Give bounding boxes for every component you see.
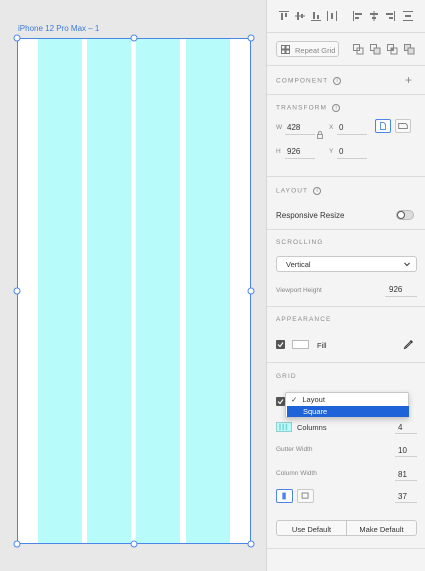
linked-margins-icon[interactable] — [276, 489, 293, 503]
y-label: Y — [329, 148, 334, 155]
separate-margins-icon[interactable] — [297, 489, 314, 503]
gutter-width-field[interactable]: 10 — [398, 446, 407, 455]
align-top-icon[interactable] — [278, 10, 290, 22]
portrait-orientation-icon[interactable] — [375, 119, 391, 133]
eyedropper-icon[interactable] — [403, 339, 414, 350]
grid-type-dropdown[interactable]: ✓ Layout Square — [285, 392, 409, 418]
repeat-grid-icon — [281, 45, 290, 54]
resize-handle-bottom-left[interactable] — [13, 540, 21, 548]
resize-handle-top-left[interactable] — [13, 34, 21, 42]
height-label: H — [276, 148, 281, 155]
lock-aspect-icon[interactable] — [317, 131, 323, 139]
columns-field[interactable]: 4 — [398, 423, 402, 432]
scrolling-section-title: SCROLLING — [276, 239, 324, 246]
use-default-label: Use Default — [291, 525, 332, 534]
responsive-resize-label: Responsive Resize — [276, 211, 345, 220]
resize-handle-right[interactable] — [247, 287, 255, 295]
margin-field[interactable]: 37 — [398, 492, 407, 501]
align-left-icon[interactable] — [352, 10, 364, 22]
repeat-grid-button[interactable]: Repeat Grid — [276, 41, 339, 57]
distribute-vertical-icon[interactable] — [402, 10, 414, 22]
repeat-grid-label: Repeat Grid — [295, 46, 336, 55]
toggle-knob — [397, 211, 405, 219]
divider — [267, 548, 425, 549]
grid-type-option-layout[interactable]: ✓ Layout — [287, 394, 409, 405]
resize-handle-left[interactable] — [13, 287, 21, 295]
gutter-width-label: Gutter Width — [276, 446, 313, 453]
grid-column — [38, 39, 82, 543]
divider — [267, 362, 425, 363]
resize-handle-top-right[interactable] — [247, 34, 255, 42]
align-middle-icon[interactable] — [294, 10, 306, 22]
component-section-title: COMPONENT i — [276, 77, 342, 85]
viewport-height-label: Viewport Height — [276, 287, 322, 294]
divider — [267, 229, 425, 230]
resize-handle-bottom-right[interactable] — [247, 540, 255, 548]
columns-label: Columns — [297, 423, 327, 432]
grid-enabled-checkbox[interactable] — [276, 397, 285, 406]
resize-handle-bottom[interactable] — [130, 540, 138, 548]
grid-color-swatch[interactable] — [276, 422, 292, 432]
viewport-height-field[interactable]: 926 — [389, 285, 402, 294]
property-inspector: Repeat Grid COMPONENT i + TRANSFORM i W 42… — [266, 0, 425, 571]
width-field[interactable]: 428 — [287, 123, 300, 132]
info-icon[interactable]: i — [332, 104, 341, 112]
boolean-exclude-icon[interactable] — [404, 44, 415, 55]
info-icon[interactable]: i — [313, 187, 322, 195]
design-canvas[interactable]: iPhone 12 Pro Max – 1 — [0, 0, 266, 571]
divider — [267, 176, 425, 177]
fill-color-swatch[interactable] — [292, 340, 309, 349]
grid-column — [87, 39, 131, 543]
boolean-subtract-icon[interactable] — [370, 44, 381, 55]
divider — [267, 94, 425, 95]
fill-label: Fill — [317, 341, 327, 350]
option-label: Square — [303, 407, 328, 416]
grid-section-title: GRID — [276, 373, 297, 380]
resize-handle-top[interactable] — [130, 34, 138, 42]
checkmark-icon: ✓ — [291, 395, 298, 404]
make-default-button[interactable]: Make Default — [346, 520, 417, 536]
chevron-down-icon — [404, 262, 410, 267]
landscape-orientation-icon[interactable] — [395, 119, 411, 133]
transform-section-title: TRANSFORM i — [276, 104, 341, 112]
y-field[interactable]: 0 — [339, 147, 343, 156]
scrolling-mode-select[interactable]: Vertical — [276, 256, 417, 272]
divider — [267, 32, 425, 33]
column-width-field[interactable]: 81 — [398, 470, 407, 479]
grid-column — [186, 39, 230, 543]
x-label: X — [329, 124, 334, 131]
grid-type-option-square[interactable]: Square — [287, 406, 409, 417]
align-center-icon[interactable] — [368, 10, 380, 22]
fill-checkbox[interactable] — [276, 340, 285, 349]
boolean-add-icon[interactable] — [353, 44, 364, 55]
height-field[interactable]: 926 — [287, 147, 300, 156]
option-label: Layout — [302, 395, 325, 404]
divider — [267, 306, 425, 307]
width-label: W — [276, 124, 283, 131]
appearance-section-title: APPEARANCE — [276, 316, 332, 323]
layout-section-title: LAYOUT i — [276, 187, 322, 195]
artboard[interactable] — [17, 38, 251, 544]
info-icon[interactable]: i — [333, 77, 342, 85]
responsive-resize-toggle[interactable] — [396, 210, 414, 220]
x-field[interactable]: 0 — [339, 123, 343, 132]
distribute-horizontal-icon[interactable] — [326, 10, 338, 22]
use-default-button[interactable]: Use Default — [276, 520, 347, 536]
make-default-label: Make Default — [359, 525, 404, 534]
grid-column — [136, 39, 180, 543]
scrolling-mode-value: Vertical — [286, 260, 311, 269]
add-component-button[interactable]: + — [405, 73, 412, 87]
column-width-label: Column Width — [276, 470, 317, 477]
align-bottom-icon[interactable] — [310, 10, 322, 22]
divider — [267, 65, 425, 66]
align-right-icon[interactable] — [384, 10, 396, 22]
artboard-title[interactable]: iPhone 12 Pro Max – 1 — [18, 24, 99, 33]
boolean-intersect-icon[interactable] — [387, 44, 398, 55]
